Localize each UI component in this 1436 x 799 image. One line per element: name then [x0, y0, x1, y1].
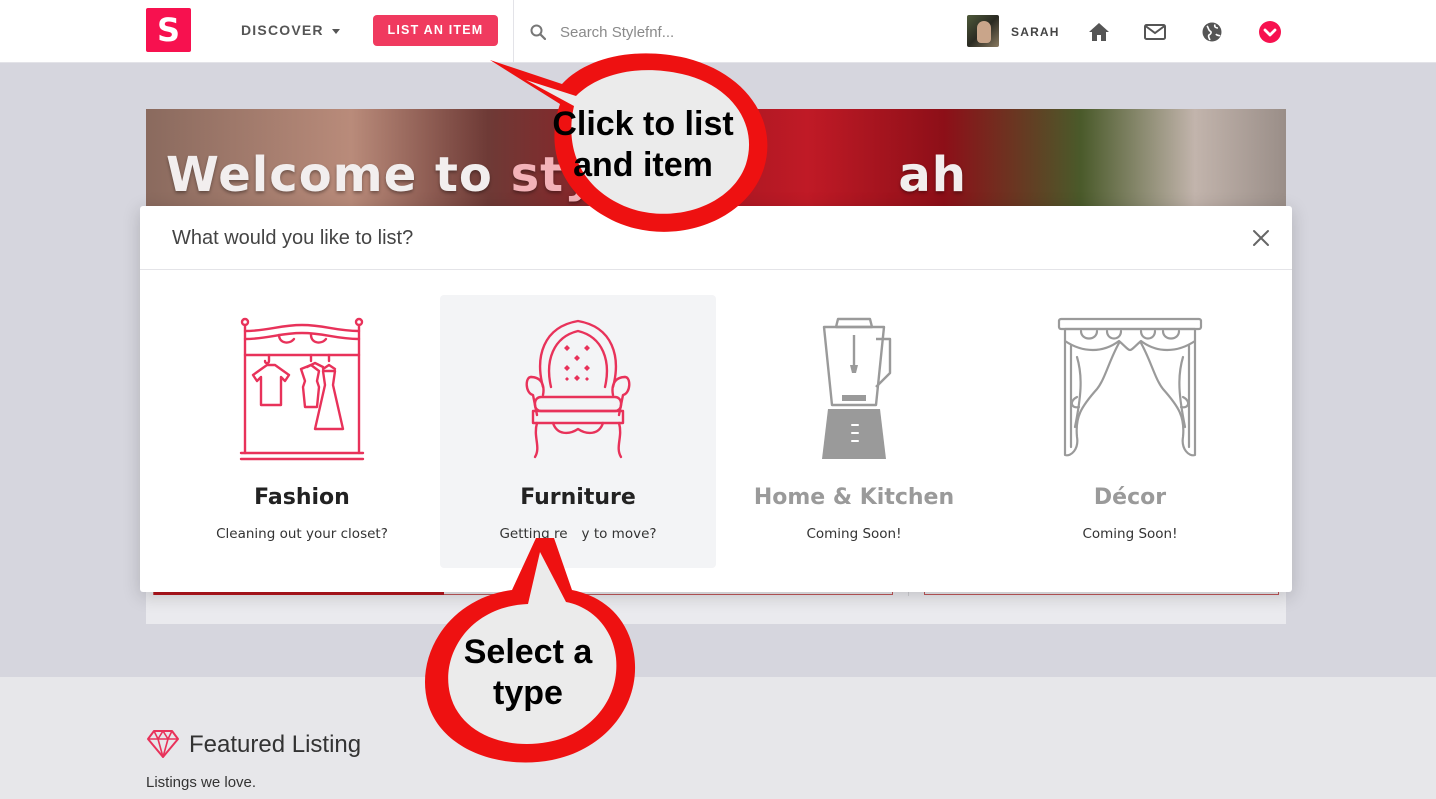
option-decor[interactable]: Décor Coming Soon!: [992, 295, 1268, 568]
featured-title: Featured Listing: [189, 731, 362, 758]
diamond-icon: [147, 730, 179, 758]
callout-line: Click to list: [552, 105, 734, 143]
mail-icon[interactable]: [1143, 20, 1167, 44]
callout-line: type: [493, 673, 563, 712]
list-an-item-button[interactable]: LIST AN ITEM: [373, 15, 498, 46]
option-fashion[interactable]: Fashion Cleaning out your closet?: [164, 295, 440, 568]
caret-down-icon: [331, 28, 340, 34]
option-label: Décor: [1093, 485, 1167, 510]
option-label: Home & Kitchen: [753, 485, 955, 510]
option-label: Fashion: [254, 485, 350, 510]
modal-title: What would you like to list?: [172, 227, 414, 249]
curtains-icon: [1057, 317, 1203, 457]
username[interactable]: SARAH: [1011, 25, 1060, 39]
featured-subtitle: Listings we love.: [146, 774, 257, 791]
list-item-modal: What would you like to list? Fashion Cle…: [140, 206, 1292, 592]
blender-icon: [822, 317, 892, 459]
home-icon[interactable]: [1087, 20, 1111, 44]
avatar[interactable]: [967, 15, 999, 47]
discover-label: DISCOVER: [241, 22, 324, 38]
callout-line: Select a: [463, 633, 593, 671]
clothes-rack-icon: [239, 317, 365, 461]
logo[interactable]: S: [146, 8, 191, 52]
hero-title-part: ah: [898, 147, 967, 203]
option-home-kitchen[interactable]: Home & Kitchen Coming Soon!: [716, 295, 992, 568]
callout-text-top: Click to list and item: [536, 104, 750, 186]
callout-line: and item: [573, 145, 713, 184]
option-description: Cleaning out your closet?: [216, 526, 388, 542]
armchair-icon: [525, 319, 631, 459]
option-furniture[interactable]: Furniture Getting re y to move?: [440, 295, 716, 568]
option-description: Coming Soon!: [806, 526, 902, 542]
callout-text-bottom: Select a type: [444, 632, 612, 714]
search-input[interactable]: [560, 20, 920, 44]
close-icon[interactable]: [1250, 227, 1272, 249]
hero-title-part: Welcome to: [166, 147, 511, 203]
option-label: Furniture: [520, 485, 636, 510]
search-icon: [530, 24, 546, 40]
chevron-down-circle-icon[interactable]: [1258, 20, 1282, 44]
option-description: Coming Soon!: [1082, 526, 1178, 542]
discover-menu[interactable]: DISCOVER: [241, 22, 340, 38]
globe-icon[interactable]: [1200, 20, 1224, 44]
